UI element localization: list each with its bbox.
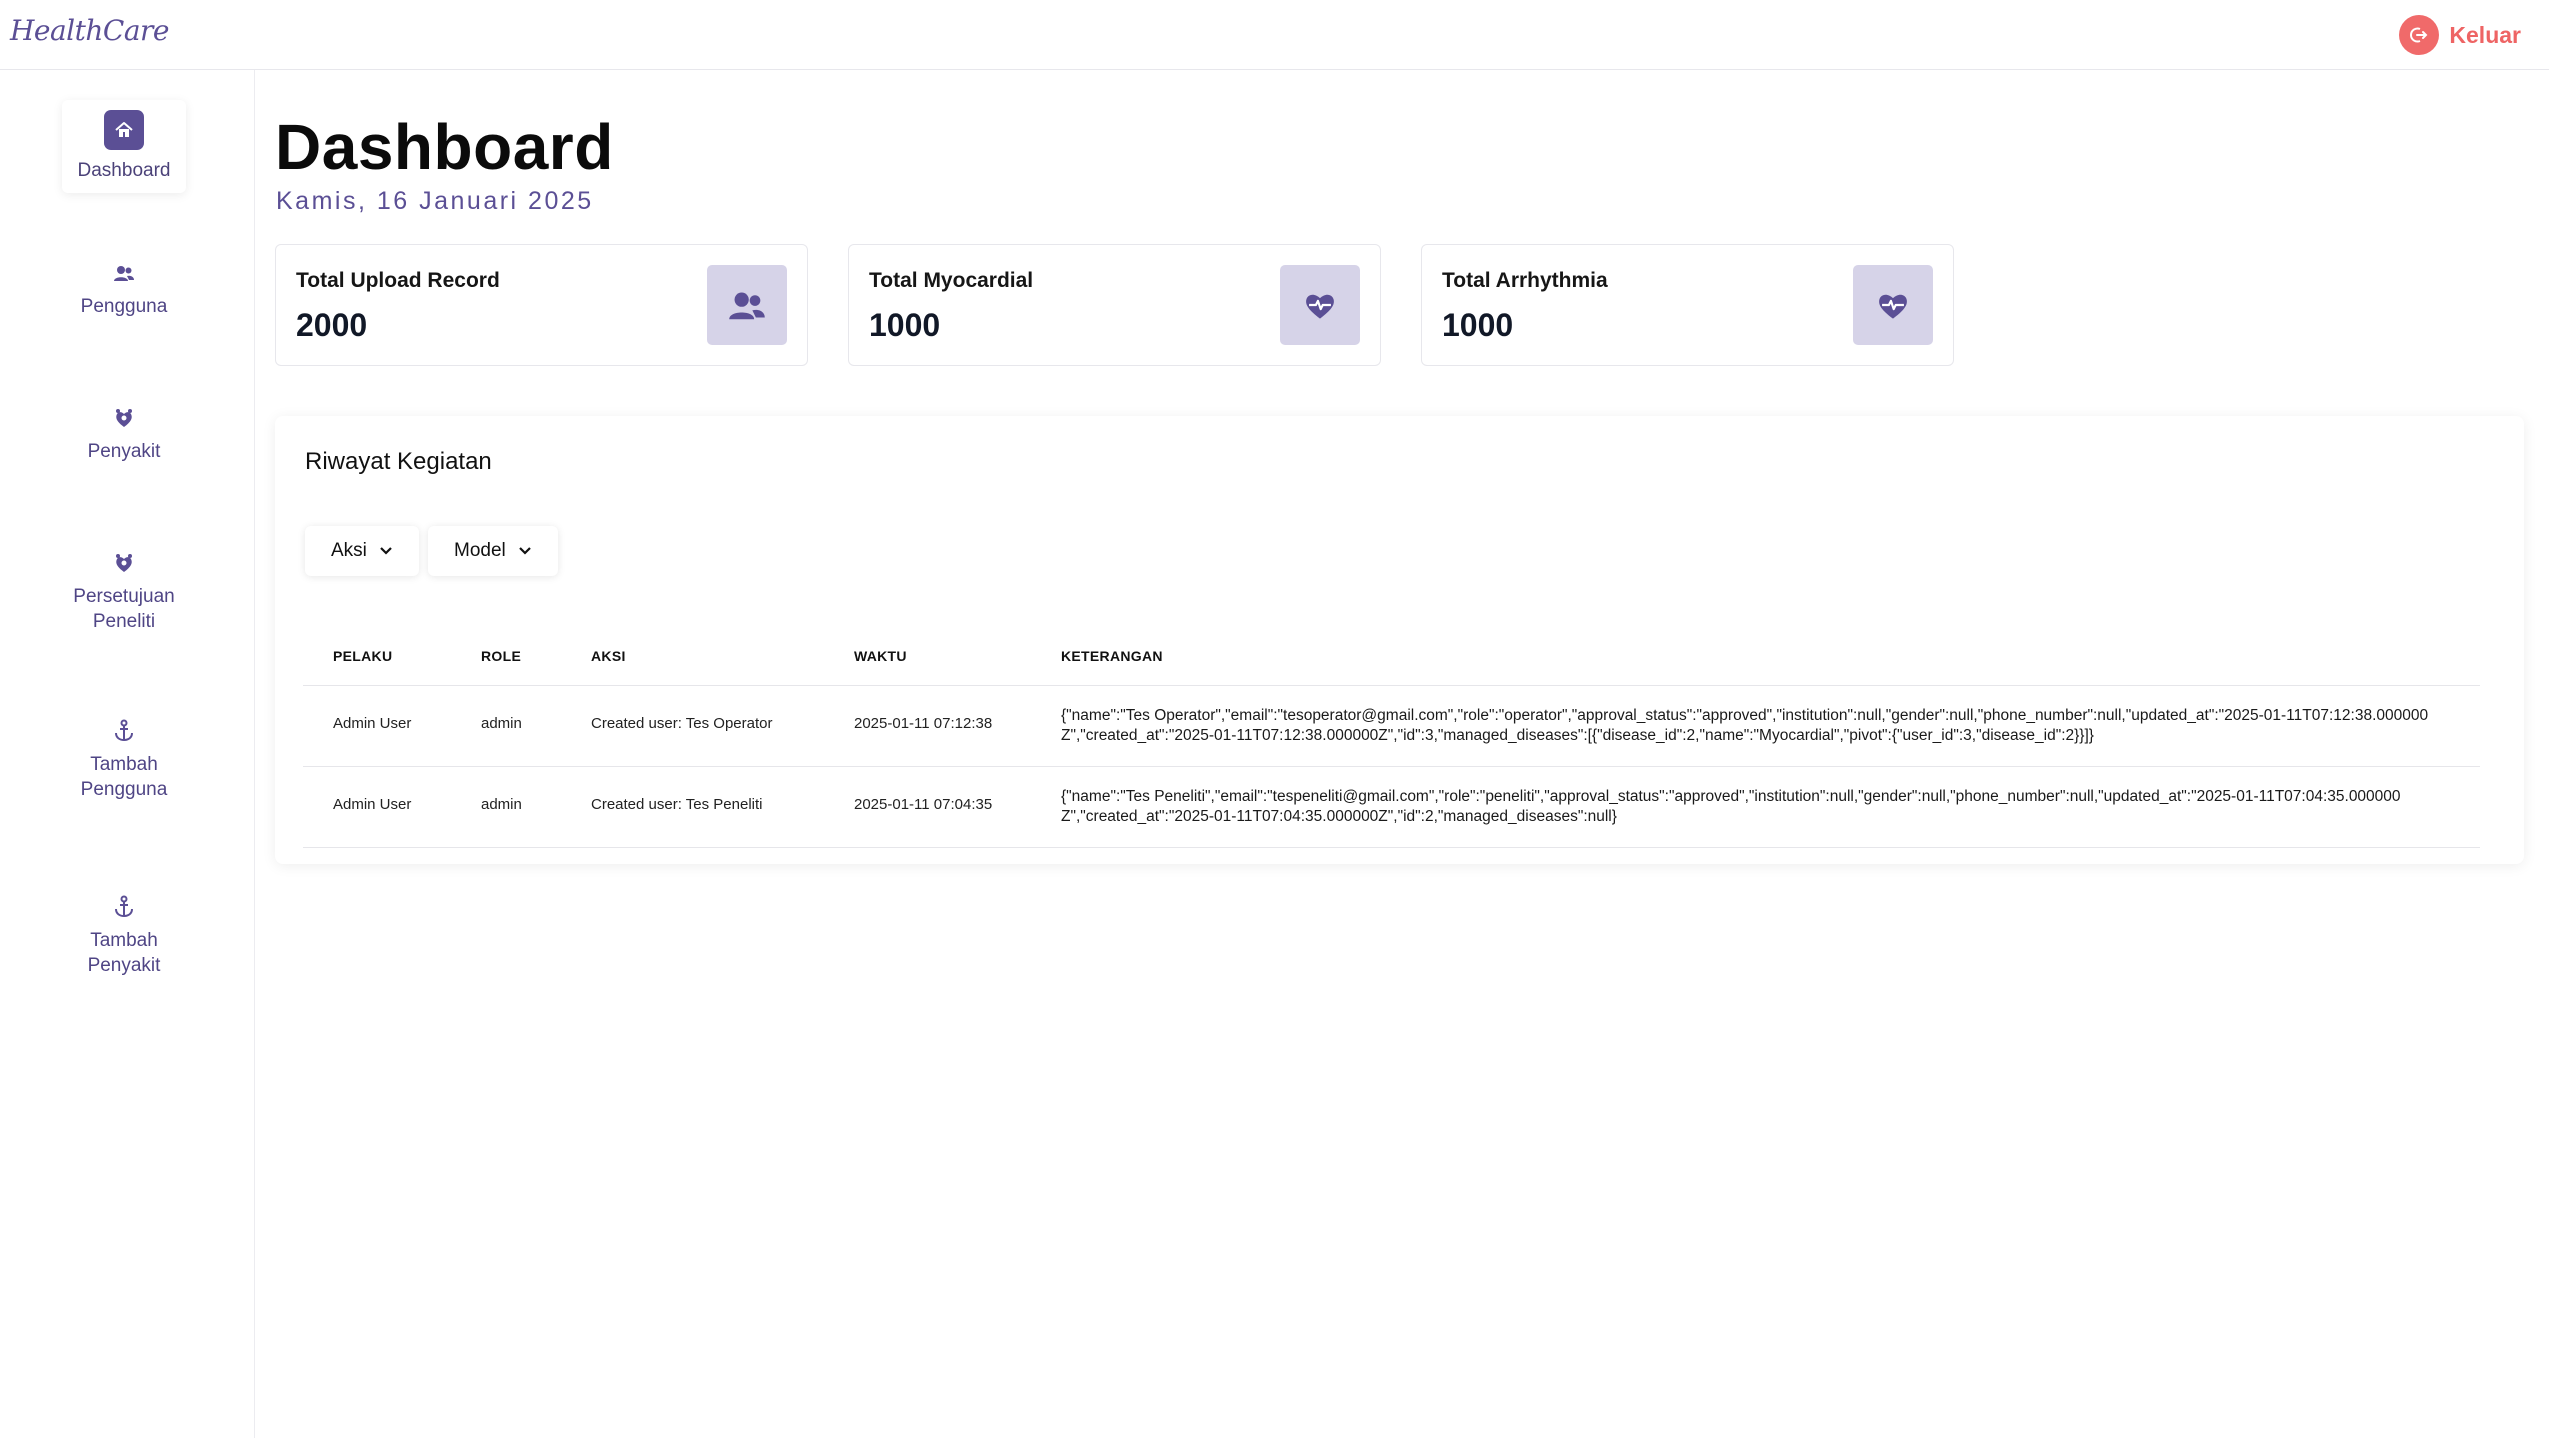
activity-title: Riwayat Kegiatan [305,448,492,475]
sidebar-item-label: Tambah Penyakit [87,930,161,976]
stat-value: 1000 [1442,307,1514,343]
sidebar-item-label: Penyakit [87,441,161,462]
disease-icon [111,405,137,431]
activity-panel: Riwayat Kegiatan Aksi Model PELAKU ROLE … [275,416,2524,864]
table-header: PELAKU ROLE AKSI WAKTU KETERANGAN [303,626,2480,686]
cell-keterangan: {"name":"Tes Operator","email":"tesopera… [1061,707,2429,744]
page-title: Dashboard [275,111,614,183]
filter-model-dropdown[interactable]: Model [428,526,558,576]
sidebar-item-label: Dashboard [77,160,171,181]
heart-pulse-icon [1280,265,1360,345]
cell-pelaku: Admin User [333,796,412,813]
users-icon [707,265,787,345]
stat-label: Total Arrhythmia [1442,269,1608,292]
cell-aksi: Created user: Tes Peneliti [591,796,763,813]
cell-waktu: 2025-01-11 07:04:35 [854,796,993,813]
sidebar-item-penyakit[interactable]: Penyakit [62,405,186,464]
sidebar: Dashboard Pengguna Penyakit Persetujuan … [0,70,255,1438]
top-bar: HealthCare Keluar [0,0,2549,70]
cell-keterangan: {"name":"Tes Peneliti","email":"tespenel… [1061,788,2401,825]
sidebar-item-label: Tambah Pengguna [80,754,168,800]
page-date: Kamis, 16 Januari 2025 [276,187,594,215]
table-row: Admin User admin Created user: Tes Opera… [303,686,2480,767]
column-header-aksi: AKSI [591,648,626,664]
app-logo[interactable]: HealthCare [10,14,170,47]
stat-label: Total Myocardial [869,269,1034,292]
filter-label: Model [454,540,506,561]
stat-value: 1000 [869,307,941,343]
stat-card-arrhythmia: Total Arrhythmia 1000 [1421,244,1954,366]
logout-icon [2399,15,2440,55]
sidebar-item-persetujuan-peneliti[interactable]: Persetujuan Peneliti [62,550,186,634]
column-header-keterangan: KETERANGAN [1061,648,1163,664]
sidebar-item-pengguna[interactable]: Pengguna [62,260,186,319]
filter-aksi-dropdown[interactable]: Aksi [305,526,419,576]
table-row: Admin User admin Created user: Tes Penel… [303,767,2480,848]
logout-button[interactable]: Keluar [2399,15,2521,55]
cell-pelaku: Admin User [333,715,412,732]
sidebar-item-tambah-pengguna[interactable]: Tambah Pengguna [62,718,186,802]
disease-icon [111,550,137,576]
cell-role: admin [481,796,522,813]
stat-card-myocardial: Total Myocardial 1000 [848,244,1381,366]
anchor-icon [111,894,137,920]
chevron-down-icon [518,540,532,562]
chevron-down-icon [379,540,393,562]
users-icon [111,260,137,286]
cell-aksi: Created user: Tes Operator [591,715,773,732]
home-icon [104,110,144,150]
cell-waktu: 2025-01-11 07:12:38 [854,715,993,732]
sidebar-item-tambah-penyakit[interactable]: Tambah Penyakit [62,894,186,978]
column-header-role: ROLE [481,648,522,664]
sidebar-item-label: Persetujuan Peneliti [73,586,175,632]
filter-label: Aksi [331,540,367,561]
sidebar-item-label: Pengguna [80,296,168,317]
activity-table: PELAKU ROLE AKSI WAKTU KETERANGAN Admin … [303,626,2480,848]
logout-label: Keluar [2449,21,2521,48]
column-header-pelaku: PELAKU [333,648,393,664]
stat-label: Total Upload Record [296,269,500,292]
anchor-icon [111,718,137,744]
cell-role: admin [481,715,522,732]
column-header-waktu: WAKTU [854,648,907,664]
heart-pulse-icon [1853,265,1933,345]
sidebar-item-dashboard[interactable]: Dashboard [62,100,186,193]
stat-card-upload-record: Total Upload Record 2000 [275,244,808,366]
stat-value: 2000 [296,307,368,343]
